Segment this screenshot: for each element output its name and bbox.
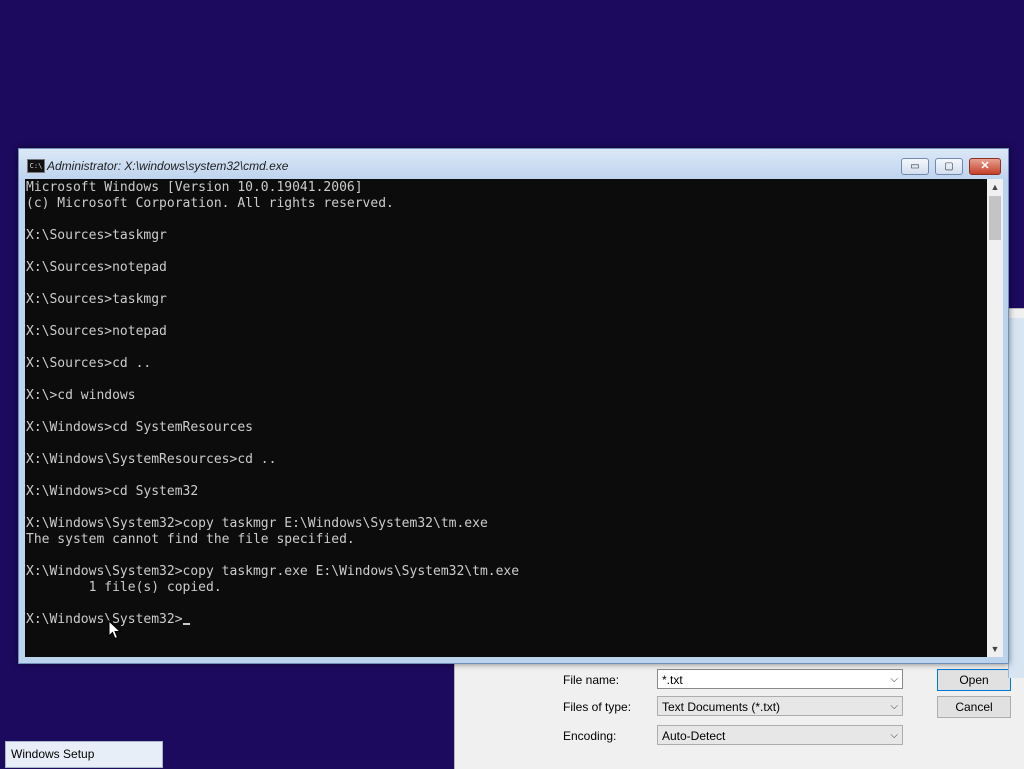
cmd-window[interactable]: C:\ Administrator: X:\windows\system32\c… bbox=[18, 148, 1009, 664]
text-cursor bbox=[182, 623, 190, 625]
close-button[interactable]: ✕ bbox=[969, 158, 1001, 175]
maximize-button[interactable]: ▢ bbox=[935, 158, 963, 175]
console-icon: C:\ bbox=[27, 159, 45, 173]
close-icon: ✕ bbox=[980, 160, 990, 172]
files-of-type-select[interactable]: Text Documents (*.txt) ⌵ bbox=[657, 696, 903, 716]
window-title: Administrator: X:\windows\system32\cmd.e… bbox=[47, 159, 289, 173]
encoding-value: Auto-Detect bbox=[662, 729, 726, 743]
file-name-value: *.txt bbox=[662, 673, 683, 687]
file-name-label: File name: bbox=[563, 673, 620, 687]
windows-setup-taskbar-item[interactable]: Windows Setup bbox=[5, 741, 163, 768]
minimize-icon: ▭ bbox=[910, 161, 920, 172]
chevron-down-icon[interactable]: ⌵ bbox=[890, 697, 898, 717]
scroll-down-arrow-icon[interactable]: ▼ bbox=[987, 641, 1003, 657]
encoding-select[interactable]: Auto-Detect ⌵ bbox=[657, 725, 903, 745]
scrollbar-thumb[interactable] bbox=[989, 196, 1001, 240]
cancel-button[interactable]: Cancel bbox=[937, 696, 1011, 718]
files-of-type-label: Files of type: bbox=[563, 700, 632, 714]
encoding-row: Encoding: Auto-Detect ⌵ bbox=[455, 725, 1024, 749]
open-button[interactable]: Open bbox=[937, 669, 1011, 691]
encoding-label: Encoding: bbox=[563, 729, 617, 743]
files-of-type-value: Text Documents (*.txt) bbox=[662, 700, 781, 714]
console-output-area[interactable]: Microsoft Windows [Version 10.0.19041.20… bbox=[25, 179, 987, 657]
minimize-button[interactable]: ▭ bbox=[901, 158, 929, 175]
console-prompt: X:\Windows\System32> bbox=[26, 612, 183, 627]
scroll-up-arrow-icon[interactable]: ▲ bbox=[987, 179, 1003, 195]
maximize-icon: ▢ bbox=[944, 161, 954, 172]
mouse-pointer-icon bbox=[108, 620, 122, 640]
console-history: Microsoft Windows [Version 10.0.19041.20… bbox=[26, 180, 520, 595]
vertical-scrollbar[interactable]: ▲ ▼ bbox=[987, 179, 1003, 657]
title-bar[interactable]: C:\ Administrator: X:\windows\system32\c… bbox=[19, 149, 1008, 179]
chevron-down-icon[interactable]: ⌵ bbox=[890, 726, 898, 746]
dialog-scrollbar-edge bbox=[1008, 318, 1024, 678]
chevron-down-icon[interactable]: ⌵ bbox=[890, 670, 898, 690]
files-of-type-row: Files of type: Text Documents (*.txt) ⌵ … bbox=[455, 696, 1024, 720]
file-name-row: File name: *.txt ⌵ Open bbox=[455, 669, 1024, 693]
file-name-input[interactable]: *.txt ⌵ bbox=[657, 669, 903, 689]
console-text: Microsoft Windows [Version 10.0.19041.20… bbox=[25, 179, 987, 628]
